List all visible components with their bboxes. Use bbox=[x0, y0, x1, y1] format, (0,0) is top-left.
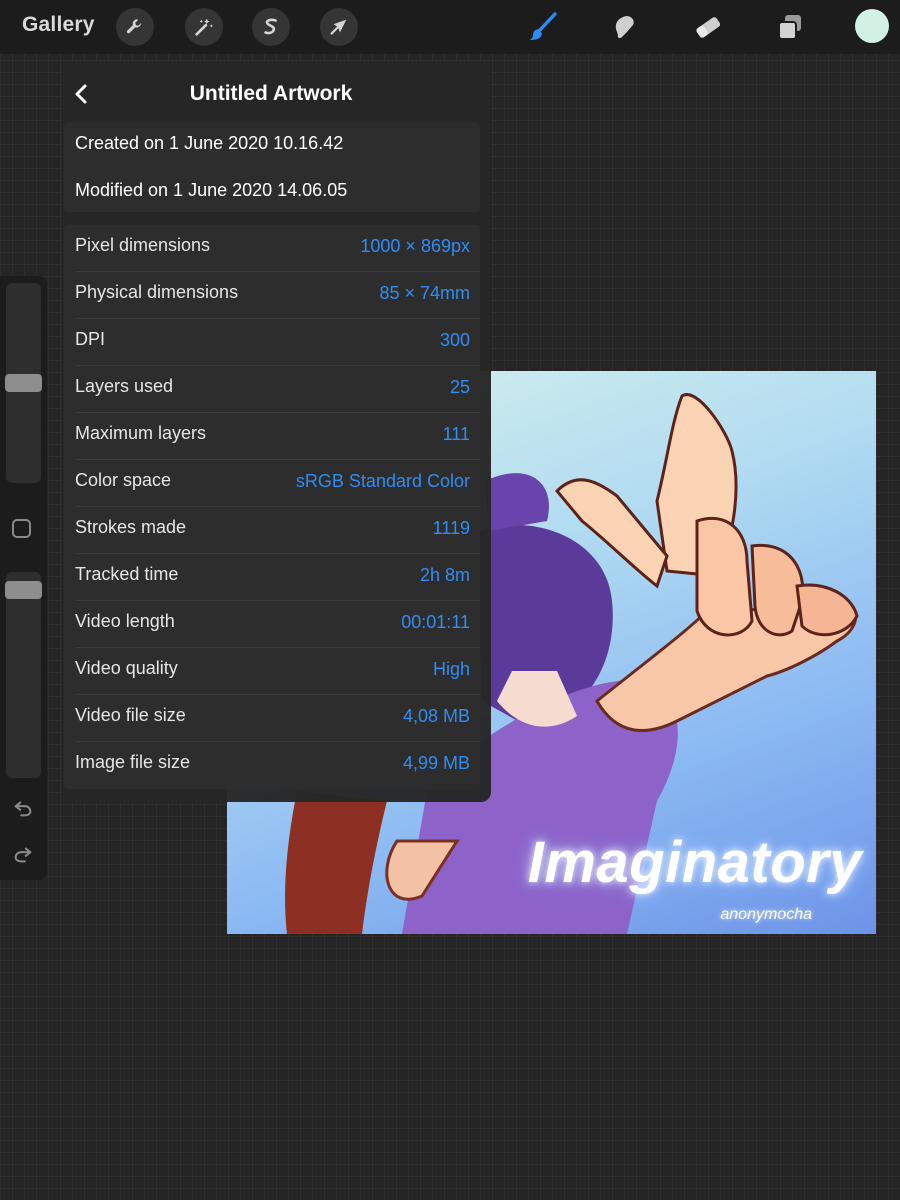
info-value: High bbox=[432, 659, 470, 679]
opacity-slider[interactable] bbox=[6, 572, 41, 778]
info-value: 85 × 74mm bbox=[379, 283, 470, 303]
info-value: 4,08 MB bbox=[402, 706, 470, 726]
stats-group: Pixel dimensions 1000 × 869px Physical dim… bbox=[64, 225, 480, 789]
info-row: Physical dimensions 85 × 74mm bbox=[64, 272, 480, 319]
info-value: 1119 bbox=[432, 518, 470, 538]
info-label: Video length bbox=[75, 611, 175, 631]
info-label: Maximum layers bbox=[75, 423, 207, 443]
left-sidebar bbox=[0, 276, 47, 880]
info-label: DPI bbox=[75, 329, 106, 349]
info-row: DPI 300 bbox=[64, 319, 480, 366]
info-row: Pixel dimensions 1000 × 869px bbox=[64, 225, 480, 272]
info-label: Image file size bbox=[75, 752, 191, 772]
info-value: sRGB Standard Color bbox=[295, 471, 470, 491]
info-label: Strokes made bbox=[75, 517, 187, 537]
redo-icon[interactable] bbox=[11, 842, 35, 866]
artwork-signature: anonymocha bbox=[720, 906, 812, 923]
info-row: Color space sRGB Standard Color bbox=[64, 460, 480, 507]
created-date: Created on 1 June 2020 10.16.42 bbox=[75, 133, 344, 153]
info-row: Video length 00:01:11 bbox=[64, 601, 480, 648]
info-row: Maximum layers 111 bbox=[64, 413, 480, 460]
info-row: Video file size 4,08 MB bbox=[64, 695, 480, 742]
info-row: Layers used 25 bbox=[64, 366, 480, 413]
info-value: 00:01:11 bbox=[401, 612, 470, 632]
eraser-icon[interactable] bbox=[688, 7, 728, 47]
dates-group: Created on 1 June 2020 10.16.42 Modified… bbox=[64, 122, 480, 212]
canvas-info-panel: Untitled Artwork Created on 1 June 2020 … bbox=[61, 62, 491, 802]
opacity-thumb[interactable] bbox=[5, 581, 42, 600]
modified-date: Modified on 1 June 2020 14.06.05 bbox=[75, 180, 348, 200]
info-value: 4,99 MB bbox=[402, 753, 470, 773]
selection-s-icon[interactable] bbox=[252, 8, 290, 46]
info-label: Tracked time bbox=[75, 564, 179, 584]
undo-icon[interactable] bbox=[11, 796, 35, 820]
top-toolbar: Gallery bbox=[0, 0, 900, 54]
info-value: 1000 × 869px bbox=[360, 236, 470, 256]
info-value: 25 bbox=[449, 377, 470, 397]
layers-icon[interactable] bbox=[770, 7, 810, 47]
info-label: Physical dimensions bbox=[75, 282, 239, 302]
info-label: Color space bbox=[75, 470, 172, 490]
info-value: 300 bbox=[439, 330, 470, 350]
panel-title: Untitled Artwork bbox=[189, 82, 353, 105]
brush-size-thumb[interactable] bbox=[5, 374, 42, 392]
gallery-button[interactable]: Gallery bbox=[22, 13, 95, 37]
smudge-icon[interactable] bbox=[605, 7, 645, 47]
info-row: Image file size 4,99 MB bbox=[64, 742, 480, 789]
info-value: 2h 8m bbox=[419, 565, 470, 585]
transform-arrow-icon[interactable] bbox=[320, 8, 358, 46]
brush-icon[interactable] bbox=[523, 7, 563, 47]
info-row: Tracked time 2h 8m bbox=[64, 554, 480, 601]
info-label: Video quality bbox=[75, 658, 178, 678]
info-label: Video file size bbox=[75, 705, 186, 725]
wrench-icon[interactable] bbox=[116, 8, 154, 46]
info-label: Pixel dimensions bbox=[75, 235, 211, 255]
color-picker-button[interactable] bbox=[855, 9, 889, 43]
info-label: Layers used bbox=[75, 376, 174, 396]
artwork-caption: Imaginatory bbox=[527, 830, 862, 895]
info-row: Strokes made 1119 bbox=[64, 507, 480, 554]
info-row: Video quality High bbox=[64, 648, 480, 695]
magic-wand-icon[interactable] bbox=[185, 8, 223, 46]
modify-button[interactable] bbox=[12, 519, 31, 538]
info-value: 111 bbox=[442, 424, 470, 444]
